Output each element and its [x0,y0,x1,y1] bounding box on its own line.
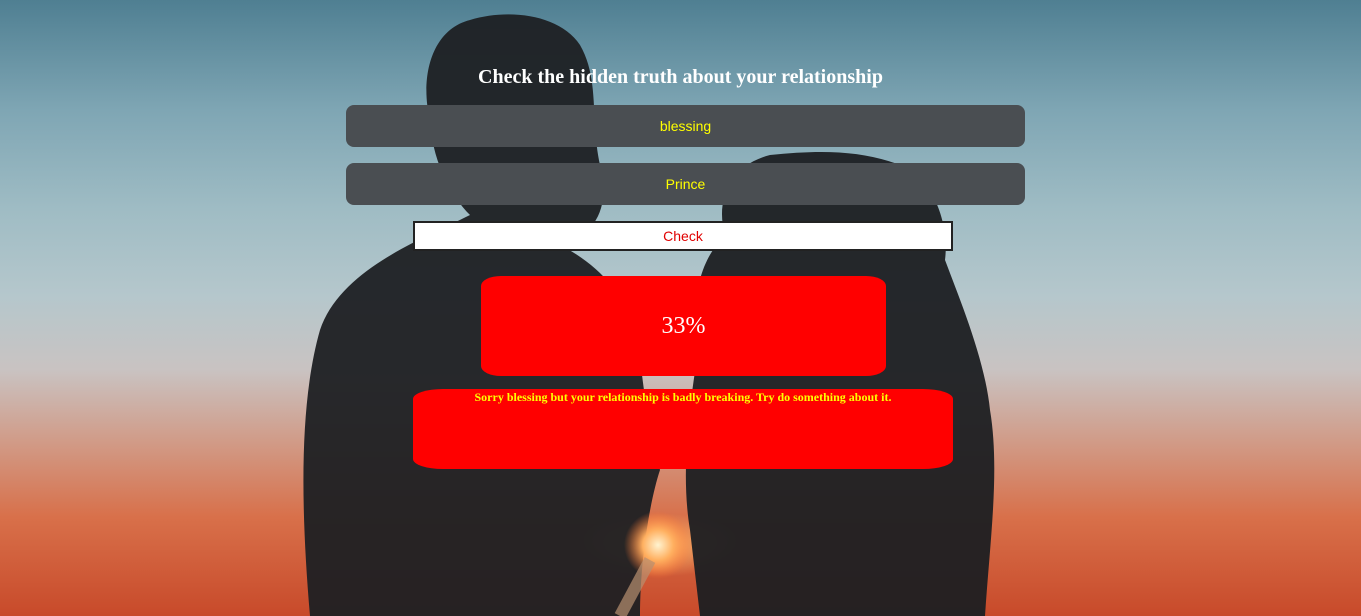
result-message: Sorry blessing but your relationship is … [474,390,892,404]
result-message-box: Sorry blessing but your relationship is … [413,389,953,469]
second-name-input[interactable] [346,163,1025,205]
page-title: Check the hidden truth about your relati… [478,66,883,88]
percentage-result: 33% [481,276,886,376]
check-button[interactable]: Check [413,221,953,251]
percentage-value: 33% [661,312,706,339]
first-name-input[interactable] [346,105,1025,147]
